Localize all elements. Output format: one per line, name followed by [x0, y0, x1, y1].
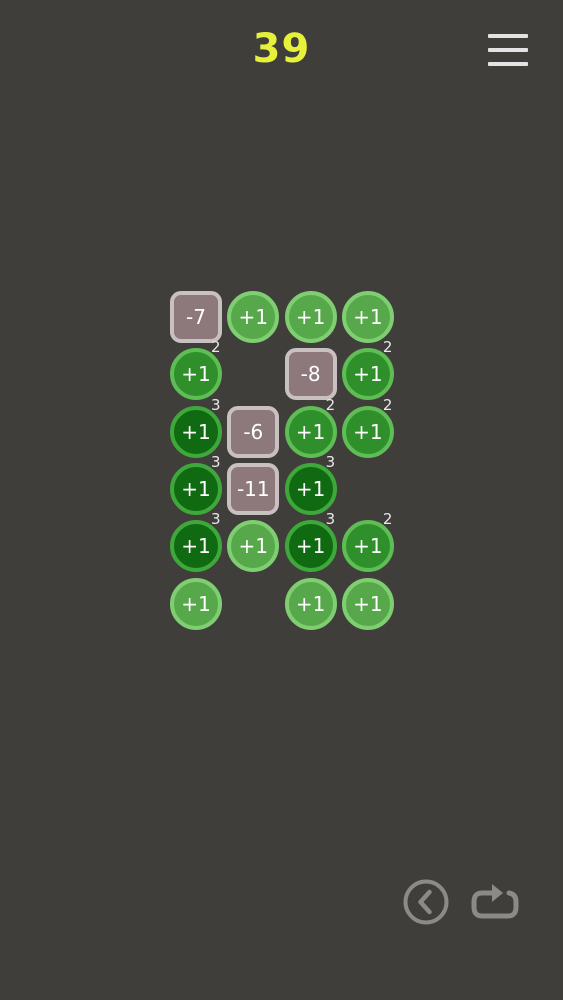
plus-tile[interactable]: +1: [170, 577, 222, 630]
menu-line: [488, 34, 528, 38]
tile-label: +1: [238, 305, 269, 329]
tile-label: +1: [353, 534, 383, 559]
negative-tile[interactable]: -7: [170, 291, 222, 343]
plus-tile[interactable]: +1: [341, 291, 394, 343]
hamburger-menu-icon[interactable]: [486, 34, 530, 68]
plus-tile[interactable]: +1: [341, 348, 394, 401]
tile-label: +1: [295, 419, 326, 444]
negative-tile[interactable]: -6: [227, 405, 280, 458]
tile-label: +1: [238, 534, 269, 559]
score-display: 39: [252, 26, 311, 72]
tile-label: -6: [243, 419, 264, 444]
tile-label: +1: [181, 534, 211, 559]
tile-label: +1: [353, 362, 383, 387]
tile-label: -8: [300, 362, 321, 387]
tile-count-badge: 2: [382, 510, 393, 529]
tile-label: +1: [181, 591, 211, 616]
tile-count-badge: 3: [211, 510, 221, 529]
restart-button[interactable]: [468, 880, 522, 926]
tile-count-badge: 3: [211, 395, 221, 414]
tile-label: +1: [353, 305, 383, 329]
tile-label: +1: [295, 476, 326, 501]
tile-count-badge: 2: [382, 395, 393, 414]
tile-label: -7: [186, 305, 206, 329]
tile-count-badge: 3: [211, 452, 221, 471]
tile-label: +1: [181, 419, 211, 444]
tile-label: +1: [295, 534, 326, 559]
tile-label: +1: [353, 419, 383, 444]
plus-tile[interactable]: +1: [284, 577, 337, 630]
tile-count-badge: 3: [325, 510, 336, 529]
plus-tile[interactable]: +1: [341, 577, 394, 630]
negative-tile[interactable]: -8: [284, 348, 337, 401]
menu-line: [488, 48, 528, 52]
tile-label: +1: [295, 305, 326, 329]
tile-label: -11: [236, 476, 270, 501]
plus-tile[interactable]: +1: [227, 291, 280, 343]
plus-tile[interactable]: +1: [284, 291, 337, 343]
tile-label: +1: [181, 362, 211, 387]
tile-label: +1: [181, 476, 211, 501]
tile-count-badge: 2: [325, 395, 336, 414]
menu-line: [488, 62, 528, 66]
tile-count-badge: 2: [211, 338, 221, 357]
back-arrow-circle-icon: [403, 879, 449, 925]
restart-loop-icon: [471, 884, 519, 919]
tile-label: +1: [353, 591, 383, 616]
negative-tile[interactable]: -11: [227, 462, 280, 515]
tile-count-badge: 2: [382, 338, 393, 357]
tile-label: +1: [295, 591, 326, 616]
undo-button[interactable]: [402, 878, 450, 926]
tile-count-badge: 3: [325, 452, 336, 471]
plus-tile[interactable]: +1: [170, 348, 222, 401]
plus-tile[interactable]: +1: [227, 520, 280, 573]
